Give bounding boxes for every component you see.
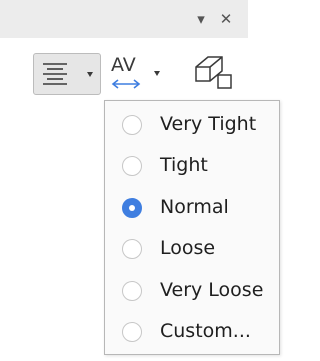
horizontal-alignment-button[interactable] xyxy=(33,53,101,95)
panel-close-icon[interactable]: ✕ xyxy=(215,6,237,32)
panel-menu-dropdown-icon[interactable]: ▾ xyxy=(190,6,212,32)
radio-custom[interactable] xyxy=(122,322,142,342)
chevron-down-icon xyxy=(87,72,93,77)
align-center-icon xyxy=(43,63,93,85)
menu-item-tight[interactable]: Tight xyxy=(105,146,279,186)
spacing-icon-text: AV xyxy=(111,54,136,76)
character-spacing-icon: AV xyxy=(111,54,160,89)
menu-item-very-loose[interactable]: Very Loose xyxy=(105,271,279,311)
radio-tight[interactable] xyxy=(122,156,142,176)
radio-loose[interactable] xyxy=(122,239,142,259)
menu-item-label: Custom... xyxy=(160,320,251,342)
radio-very-tight[interactable] xyxy=(122,115,142,135)
menu-item-very-tight[interactable]: Very Tight xyxy=(105,105,279,145)
menu-item-label: Very Tight xyxy=(160,113,257,135)
menu-item-normal[interactable]: Normal xyxy=(105,188,279,228)
menu-item-label: Very Loose xyxy=(160,279,264,301)
menu-item-custom[interactable]: Custom... xyxy=(105,312,279,352)
radio-normal[interactable] xyxy=(122,198,142,218)
panel-header: ▾ ✕ xyxy=(0,0,248,38)
character-spacing-button[interactable]: AV xyxy=(108,53,168,95)
menu-item-label: Loose xyxy=(160,237,216,259)
character-spacing-menu: Very Tight Tight Normal Loose Very Loose… xyxy=(104,100,280,355)
menu-item-label: Tight xyxy=(160,154,208,176)
radio-very-loose[interactable] xyxy=(122,281,142,301)
chevron-down-icon xyxy=(154,71,160,76)
cell-border-icon xyxy=(195,56,232,89)
menu-item-label: Normal xyxy=(160,196,229,218)
menu-item-loose[interactable]: Loose xyxy=(105,229,279,269)
cell-border-button[interactable] xyxy=(192,53,238,95)
